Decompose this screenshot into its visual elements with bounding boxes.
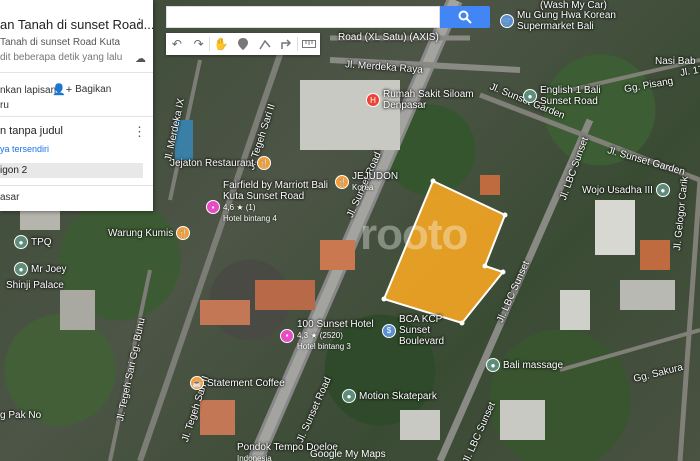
poi-statement[interactable]: ☕ Statement Coffee bbox=[190, 376, 285, 390]
search-button[interactable] bbox=[440, 6, 490, 28]
shopping-icon: 🛒 bbox=[500, 14, 514, 28]
poi-bali-massage[interactable]: ● Bali massage bbox=[486, 358, 563, 372]
route-icon[interactable] bbox=[276, 33, 298, 55]
poi-wash[interactable]: (Wash My Car) bbox=[540, 0, 607, 11]
poi-fairfield[interactable]: ▪ Fairfield by Marriott Bali Kuta Sunset… bbox=[206, 180, 338, 224]
restaurant-icon: 🍴 bbox=[176, 226, 191, 240]
save-status: dit beberapa detik yang lalu bbox=[0, 52, 123, 63]
spa-icon: ● bbox=[486, 358, 500, 372]
poi-jejaton[interactable]: Jejaton Restaurant 🍴 bbox=[170, 156, 271, 170]
poi-english1[interactable]: ● English 1 Bali Sunset Road bbox=[523, 85, 620, 107]
hand-icon[interactable]: ✋ bbox=[210, 33, 232, 55]
map-attribution: Google My Maps bbox=[310, 449, 386, 460]
layer-style-link[interactable]: ya tersendiri bbox=[0, 144, 49, 154]
undo-icon[interactable]: ↶ bbox=[166, 33, 188, 55]
restaurant-icon: 🍴 bbox=[256, 156, 271, 170]
marker-icon[interactable] bbox=[232, 33, 254, 55]
search-icon bbox=[458, 10, 472, 24]
base-map-toggle[interactable]: asar bbox=[0, 192, 19, 203]
layer-options-icon[interactable]: ⋮ bbox=[133, 124, 146, 140]
place-icon: ● bbox=[14, 262, 28, 276]
poi-tpq[interactable]: ● TPQ bbox=[14, 235, 52, 249]
poi-warung-kumis[interactable]: Warung Kumis 🍴 bbox=[108, 226, 191, 240]
polygon-vertex[interactable] bbox=[430, 178, 436, 184]
road-label-pak-no: g Pak No bbox=[0, 410, 42, 421]
map-description[interactable]: Tanah di sunset Road Kuta bbox=[0, 37, 120, 48]
ruler-icon[interactable] bbox=[298, 33, 320, 55]
poi-siloam[interactable]: H Rumah Sakit Siloam Denpasar bbox=[366, 89, 483, 111]
layer-item-polygon[interactable]: igon 2 bbox=[0, 163, 143, 178]
polygon-vertex[interactable] bbox=[502, 212, 508, 218]
panel-divider bbox=[0, 185, 153, 186]
poi-bca[interactable]: $ BCA KCP Sunset Boulevard bbox=[382, 314, 461, 347]
more-options-icon[interactable]: ⋮ bbox=[133, 16, 146, 32]
hotel-icon: ▪ bbox=[206, 200, 220, 214]
cafe-icon: ☕ bbox=[190, 376, 204, 390]
poi-nasi-bab[interactable]: Nasi Bab bbox=[655, 56, 696, 67]
poi-shinji[interactable]: Shinji Palace bbox=[6, 280, 64, 291]
place-icon: ● bbox=[655, 183, 670, 197]
line-icon[interactable] bbox=[254, 33, 276, 55]
hospital-icon: H bbox=[366, 93, 380, 107]
road-label-xl: Road (XL Satu) (AXIS) bbox=[338, 32, 439, 43]
poi-wojo[interactable]: Wojo Usadha III ● bbox=[582, 183, 670, 197]
poi-jejudon[interactable]: 🍴 JEJUDON Korea bbox=[335, 171, 398, 193]
add-person-icon: 👤+ bbox=[52, 84, 73, 96]
polygon-vertex[interactable] bbox=[381, 296, 387, 302]
redo-icon[interactable]: ↷ bbox=[188, 33, 210, 55]
place-icon: ● bbox=[14, 235, 28, 249]
bank-icon: $ bbox=[382, 323, 396, 338]
polygon-vertex[interactable] bbox=[482, 263, 488, 269]
poi-motion[interactable]: ● Motion Skatepark bbox=[342, 389, 437, 403]
map-title[interactable]: an Tanah di sunset Road... bbox=[0, 17, 153, 32]
map-panel: an Tanah di sunset Road... ⋮ Tanah di su… bbox=[0, 0, 153, 211]
polygon-vertex[interactable] bbox=[500, 269, 506, 275]
poi-mr-joey[interactable]: ● Mr Joey bbox=[14, 262, 67, 276]
panel-divider bbox=[0, 116, 153, 117]
panel-divider bbox=[0, 72, 153, 73]
school-icon: ● bbox=[523, 89, 537, 103]
drawing-toolbar: ↶ ↷ ✋ bbox=[166, 33, 320, 55]
add-layer-button[interactable]: nkan lapisan ru bbox=[0, 83, 56, 113]
share-button[interactable]: 👤+ Bagikan bbox=[52, 83, 111, 96]
layer-title[interactable]: n tanpa judul bbox=[0, 125, 63, 137]
cloud-icon: ☁ bbox=[135, 53, 146, 65]
park-icon: ● bbox=[342, 389, 356, 403]
poi-mugung[interactable]: 🛒 Mu Gung Hwa Korean Supermarket Bali bbox=[500, 10, 637, 32]
search-field[interactable] bbox=[167, 7, 439, 27]
poi-100-sunset[interactable]: ▪ 100 Sunset Hotel 4,3 ★ (2520) Hotel bint… bbox=[280, 319, 374, 352]
search-input[interactable] bbox=[166, 6, 440, 28]
hotel-icon: ▪ bbox=[280, 328, 294, 343]
watermark: rooto bbox=[360, 210, 468, 259]
